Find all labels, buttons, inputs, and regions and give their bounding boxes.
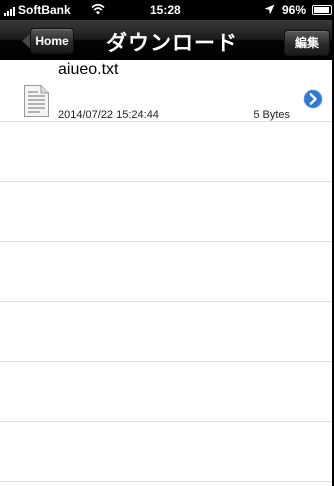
navigation-bar: Home ダウンロード 編集 [0, 20, 332, 60]
battery-level-fill [314, 7, 330, 13]
row-divider [0, 301, 332, 302]
page-title: ダウンロード [106, 32, 238, 55]
file-date: 2014/07/22 15:24:44 [58, 109, 159, 121]
signal-bars-icon [4, 7, 16, 16]
row-divider [0, 121, 332, 122]
detail-disclosure-icon[interactable] [302, 88, 324, 110]
row-divider [0, 421, 332, 422]
status-bar: SoftBank 15:28 96% [0, 0, 332, 20]
file-list-item[interactable]: aiueo.txt 2014/07/22 15:24:44 5 Bytes [0, 60, 332, 122]
battery-icon [312, 5, 332, 15]
row-divider [0, 181, 332, 182]
row-divider [0, 481, 332, 482]
home-back-button[interactable]: Home [30, 28, 74, 54]
edit-button[interactable]: 編集 [284, 30, 330, 56]
battery-percentage: 96% [282, 3, 307, 17]
file-size: 5 Bytes [253, 109, 290, 121]
file-list: aiueo.txt 2014/07/22 15:24:44 5 Bytes [0, 60, 332, 486]
text-file-icon [24, 85, 49, 117]
row-divider [0, 241, 332, 242]
status-time: 15:28 [150, 3, 181, 17]
location-arrow-icon [264, 4, 275, 15]
wifi-icon [91, 3, 105, 15]
file-name: aiueo.txt [58, 61, 119, 78]
row-divider [0, 361, 332, 362]
carrier-name: SoftBank [18, 3, 71, 17]
app-screen: SoftBank 15:28 96% Home ダウンロード 編集 aiueo.… [0, 0, 334, 486]
